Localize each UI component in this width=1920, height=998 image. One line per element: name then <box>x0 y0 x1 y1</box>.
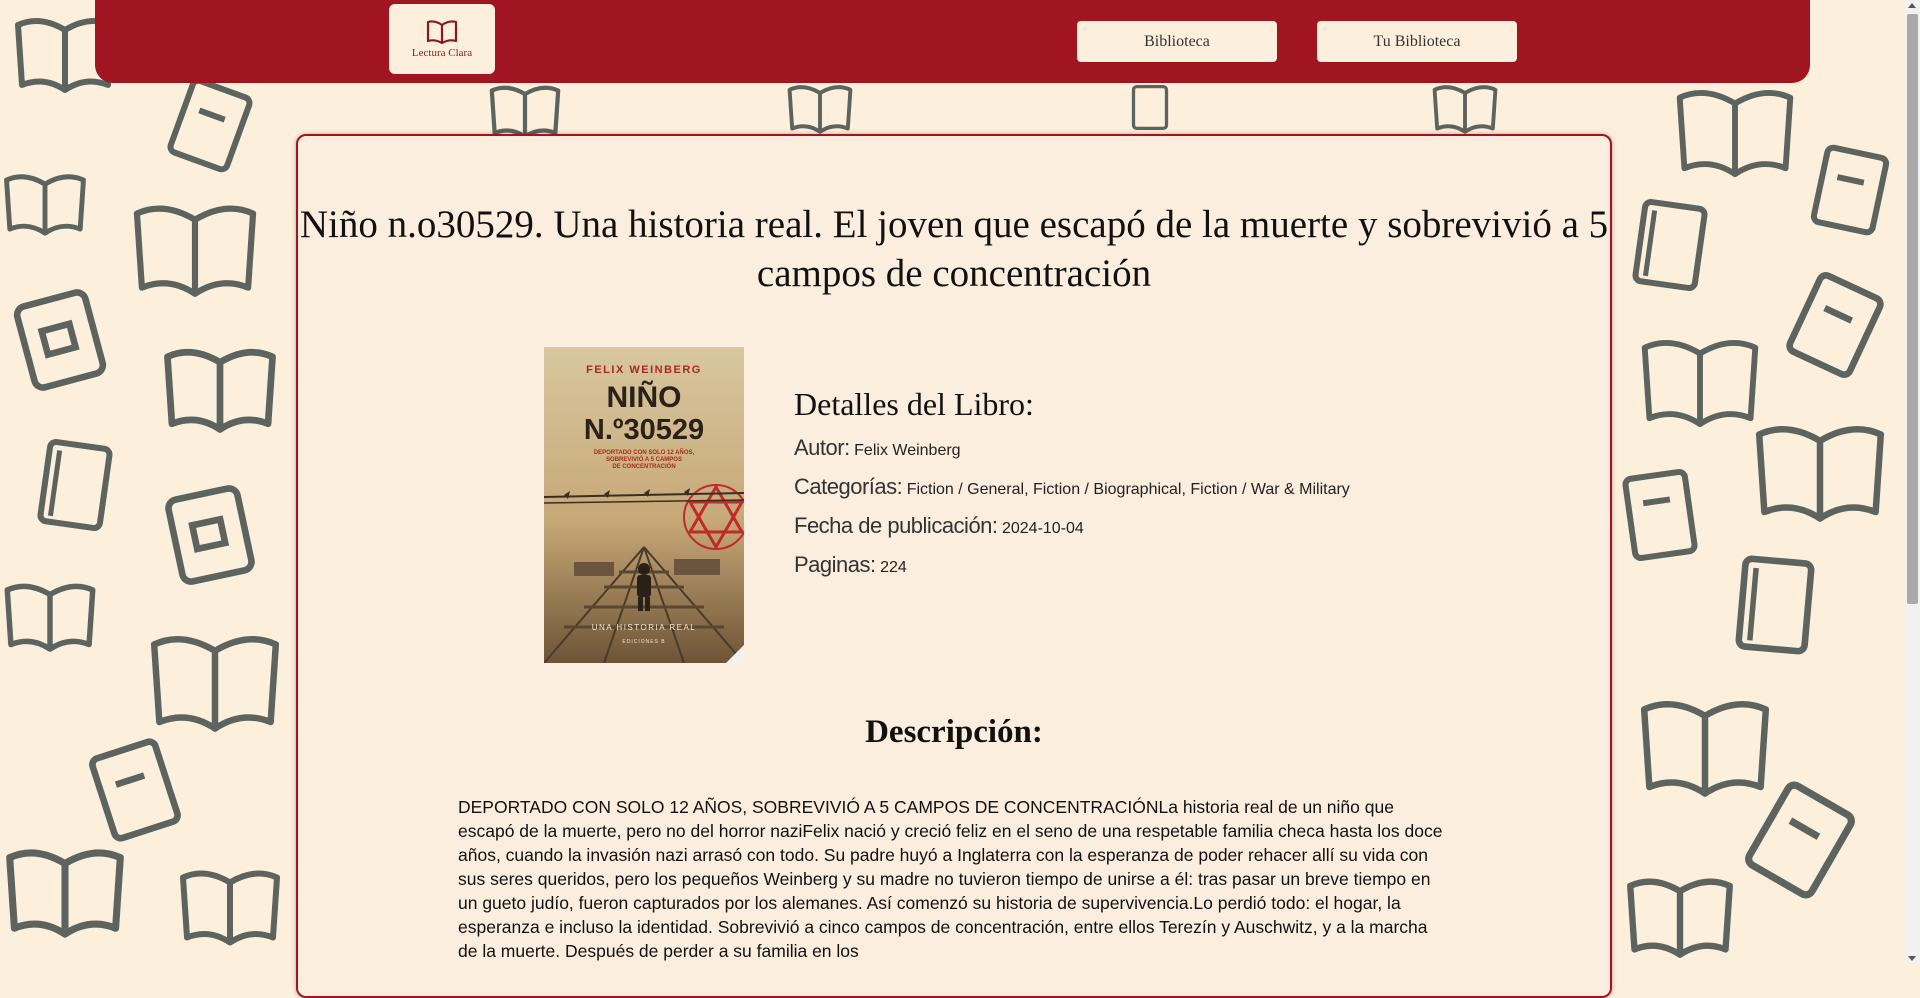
closed-book-icon <box>13 289 107 391</box>
description-heading: Descripción: <box>865 714 1043 750</box>
details-heading: Detalles del Libro: <box>794 386 1034 422</box>
scrollbar-thumb[interactable] <box>1907 14 1918 604</box>
cover-tagline-2: SOBREVIVIÓ A 5 CAMPOS <box>606 455 682 463</box>
pages-label: Paginas: <box>794 552 876 577</box>
cover-title-line1: NIÑO <box>607 380 682 414</box>
cover-publisher: EDICIONES B <box>622 639 665 645</box>
cover-title-line2: N.º30529 <box>584 414 704 446</box>
cover-author: FELIX WEINBERG <box>586 364 702 376</box>
description-text: DEPORTADO CON SOLO 12 AÑOS, SOBREVIVIÓ A… <box>458 797 1443 961</box>
detail-categories: Categorías: Fiction / General, Fiction /… <box>794 476 1354 501</box>
page-scrollbar[interactable] <box>1905 0 1920 964</box>
navbar: Lectura Clara Biblioteca Tu Biblioteca <box>95 0 1810 83</box>
logo-text: Lectura Clara <box>411 47 473 59</box>
closed-book-icon <box>1745 781 1855 899</box>
detail-author: Autor: Felix Weinberg <box>794 437 1354 462</box>
closed-book-icon <box>37 438 113 532</box>
open-book-icon <box>1432 85 1498 134</box>
detail-published: Fecha de publicación: 2024-10-04 <box>794 515 1354 540</box>
closed-book-icon <box>1810 144 1890 236</box>
nav-button-biblioteca[interactable]: Biblioteca <box>1077 21 1277 62</box>
open-book-icon <box>787 85 853 134</box>
nav-button-tu-biblioteca[interactable]: Tu Biblioteca <box>1317 21 1517 62</box>
open-book-icon <box>150 636 280 732</box>
open-book-icon <box>180 870 280 946</box>
open-book-icon <box>133 205 257 297</box>
closed-book-icon <box>1786 272 1884 378</box>
published-label: Fecha de publicación: <box>794 513 998 538</box>
cover-bottom-text: UNA HISTORIA REAL <box>592 623 697 632</box>
open-book-icon <box>164 348 276 433</box>
author-value: Felix Weinberg <box>854 442 961 459</box>
open-book-icon <box>489 85 561 139</box>
open-book-icon <box>1755 426 1885 522</box>
cover-tagline-1: DEPORTADO CON SOLO 12 AÑOS, <box>594 449 695 456</box>
closed-book-icon <box>89 738 181 842</box>
book-detail-card: Niño n.o30529. Una historia real. El jov… <box>296 134 1612 998</box>
closed-book-icon <box>1622 468 1698 562</box>
book-details: Detalles del Libro: Autor: Felix Weinber… <box>794 386 1354 593</box>
book-title: Niño n.o30529. Una historia real. El jov… <box>299 203 1609 295</box>
closed-book-icon <box>1735 555 1815 655</box>
author-label: Autor: <box>794 435 850 460</box>
closed-book-icon <box>1632 198 1708 292</box>
open-book-icon <box>1676 90 1794 178</box>
scroll-up-arrow-icon[interactable] <box>1908 3 1916 8</box>
open-book-icon <box>4 174 86 236</box>
open-book-icon <box>6 849 124 938</box>
closed-book-icon <box>1131 84 1169 131</box>
book-cover: FELIX WEINBERG NIÑO N.º30529 DEPORTADO C… <box>544 347 744 663</box>
closed-book-icon <box>167 77 253 173</box>
categories-value: Fiction / General, Fiction / Biographica… <box>906 481 1350 498</box>
scroll-down-arrow-icon[interactable] <box>1908 956 1916 961</box>
pages-value: 224 <box>880 559 907 576</box>
closed-book-icon <box>165 485 255 585</box>
cover-tagline-3: DE CONCENTRACIÓN <box>612 462 675 470</box>
open-book-icon <box>4 583 96 652</box>
logo[interactable]: Lectura Clara <box>389 4 495 74</box>
categories-label: Categorías: <box>794 474 903 499</box>
published-value: 2024-10-04 <box>1001 520 1084 537</box>
book-logo-icon <box>426 20 458 45</box>
open-book-icon <box>1627 878 1733 958</box>
detail-pages: Paginas: 224 <box>794 554 1354 579</box>
